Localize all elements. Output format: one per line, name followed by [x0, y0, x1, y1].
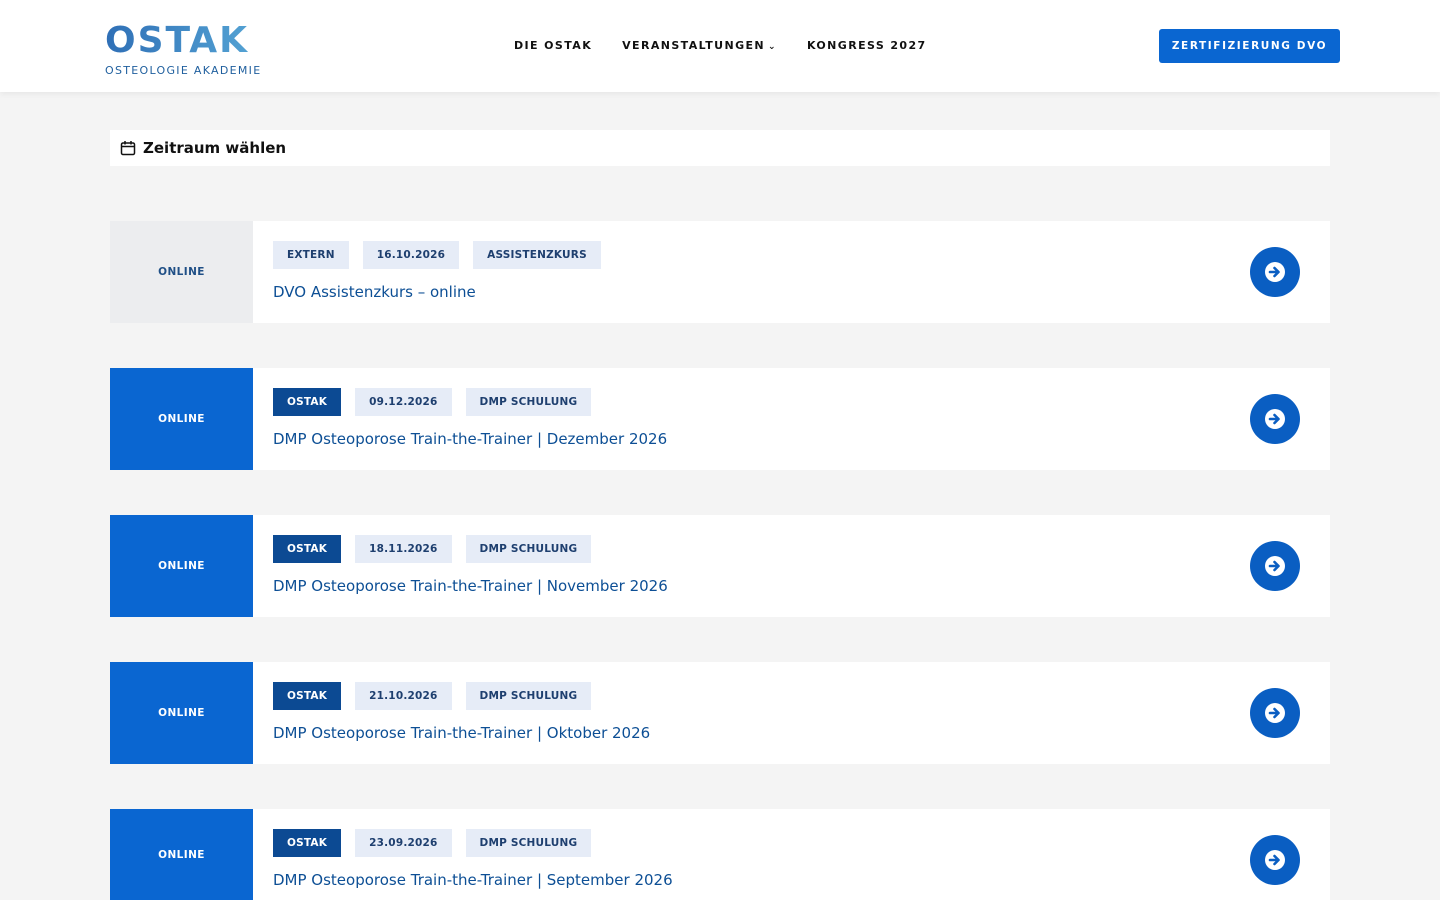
- event-arrow-button[interactable]: [1250, 394, 1300, 444]
- event-arrow-button[interactable]: [1250, 835, 1300, 885]
- logo-subtitle: OSTEOLOGIE AKADEMIE: [105, 64, 262, 77]
- event-title-link[interactable]: DVO Assistenzkurs – online: [273, 283, 1330, 301]
- date-tag: 16.10.2026: [362, 241, 460, 269]
- event-title-link[interactable]: DMP Osteoporose Train-the-Trainer | Deze…: [273, 430, 1330, 448]
- chevron-down-icon: ⌄: [768, 42, 777, 52]
- event-format: ONLINE: [110, 809, 253, 900]
- nav-item-die-ostak[interactable]: DIE OSTAK: [514, 39, 592, 52]
- organizer-tag: OSTAK: [273, 388, 342, 416]
- ostak-logo[interactable]: OSTAK OSTEOLOGIE AKADEMIE: [105, 22, 265, 78]
- event-card: ONLINE OSTAK 09.12.2026 DMP SCHULUNG DMP…: [110, 368, 1330, 470]
- nav-label: KONGRESS 2027: [806, 39, 927, 52]
- nav-label: VERANSTALTUNGEN: [622, 39, 766, 52]
- date-tag: 23.09.2026: [355, 829, 452, 857]
- main-nav: DIE OSTAK VERANSTALTUNGEN ⌄ KONGRESS 2027: [514, 39, 927, 52]
- event-card: ONLINE OSTAK 21.10.2026 DMP SCHULUNG DMP…: [110, 662, 1330, 764]
- event-title-link[interactable]: DMP Osteoporose Train-the-Trainer | Nove…: [273, 577, 1330, 595]
- event-format: ONLINE: [110, 515, 253, 617]
- organizer-tag: EXTERN: [273, 241, 349, 269]
- event-arrow-button[interactable]: [1250, 688, 1300, 738]
- event-format: ONLINE: [110, 662, 253, 764]
- arrow-right-icon: [1265, 409, 1285, 429]
- nav-item-kongress[interactable]: KONGRESS 2027: [807, 39, 927, 52]
- category-tag: DMP SCHULUNG: [465, 682, 592, 710]
- category-tag: ASSISTENZKURS: [473, 241, 601, 269]
- calendar-icon: [120, 140, 136, 156]
- arrow-right-icon: [1265, 850, 1285, 870]
- event-card: ONLINE OSTAK 23.09.2026 DMP SCHULUNG DMP…: [110, 809, 1330, 900]
- logo-wordmark: OSTAK: [105, 22, 265, 60]
- event-arrow-button[interactable]: [1250, 247, 1300, 297]
- event-arrow-button[interactable]: [1250, 541, 1300, 591]
- zertifizierung-button[interactable]: ZERTIFIZIERUNG DVO: [1159, 29, 1340, 63]
- date-range-filter[interactable]: Zeitraum wählen: [110, 130, 1330, 166]
- event-title-link[interactable]: DMP Osteoporose Train-the-Trainer | Sept…: [273, 871, 1330, 889]
- date-tag: 21.10.2026: [355, 682, 452, 710]
- nav-item-veranstaltungen[interactable]: VERANSTALTUNGEN ⌄: [622, 39, 777, 52]
- category-tag: DMP SCHULUNG: [465, 535, 592, 563]
- nav-label: DIE OSTAK: [514, 39, 593, 52]
- event-format: ONLINE: [110, 221, 253, 323]
- category-tag: DMP SCHULUNG: [465, 829, 592, 857]
- event-card: ONLINE EXTERN 16.10.2026 ASSISTENZKURS D…: [110, 221, 1330, 323]
- organizer-tag: OSTAK: [273, 829, 342, 857]
- event-title-link[interactable]: DMP Osteoporose Train-the-Trainer | Okto…: [273, 724, 1330, 742]
- category-tag: DMP SCHULUNG: [465, 388, 592, 416]
- organizer-tag: OSTAK: [273, 682, 342, 710]
- arrow-right-icon: [1265, 262, 1285, 282]
- date-range-label: Zeitraum wählen: [143, 139, 287, 157]
- event-card: ONLINE OSTAK 18.11.2026 DMP SCHULUNG DMP…: [110, 515, 1330, 617]
- organizer-tag: OSTAK: [273, 535, 342, 563]
- date-tag: 18.11.2026: [355, 535, 452, 563]
- arrow-right-icon: [1265, 556, 1285, 576]
- event-format: ONLINE: [110, 368, 253, 470]
- site-header: OSTAK OSTEOLOGIE AKADEMIE DIE OSTAK VERA…: [0, 0, 1440, 92]
- arrow-right-icon: [1265, 703, 1285, 723]
- date-tag: 09.12.2026: [355, 388, 452, 416]
